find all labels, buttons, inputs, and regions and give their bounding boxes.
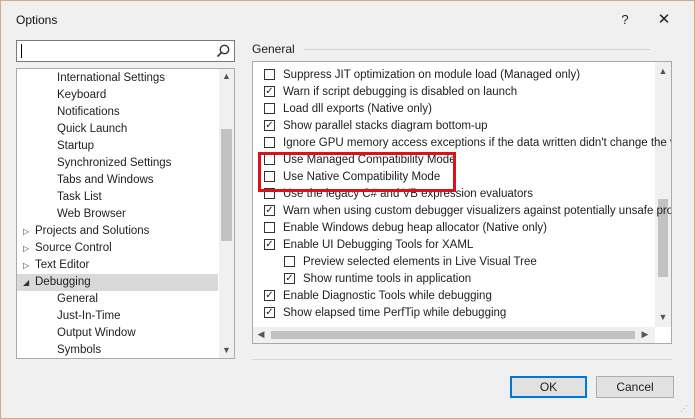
option-checkbox[interactable]: ✓ bbox=[264, 239, 275, 250]
option-row[interactable]: ✓ Show elapsed time PerfTip while debuggi… bbox=[264, 305, 654, 322]
tree-item-label: Quick Launch bbox=[57, 123, 128, 135]
tree-item[interactable]: ◢ Debugging bbox=[17, 274, 218, 291]
tree-item[interactable]: ▷ Projects and Solutions bbox=[17, 223, 218, 240]
option-row[interactable]: Enable Windows debug heap allocator (Nat… bbox=[264, 220, 654, 237]
tree-item-label: Output Window bbox=[57, 327, 136, 339]
option-label: Show parallel stacks diagram bottom-up bbox=[283, 120, 488, 132]
search-input[interactable] bbox=[16, 40, 235, 62]
option-label: Preview selected elements in Live Visual… bbox=[303, 256, 537, 268]
section-title: General bbox=[252, 42, 295, 56]
tree-item[interactable]: Web Browser bbox=[17, 206, 218, 223]
option-checkbox[interactable]: ✓ bbox=[264, 307, 275, 318]
tree-item-label: Synchronized Settings bbox=[57, 157, 172, 169]
tree-item[interactable]: ▷ Text Editor bbox=[17, 257, 218, 274]
expand-arrow-icon[interactable]: ▷ bbox=[23, 257, 35, 274]
tree-item-label: Source Control bbox=[35, 242, 112, 254]
option-label: Warn when using custom debugger visualiz… bbox=[283, 205, 672, 217]
scroll-right-arrow-icon[interactable]: ▶ bbox=[637, 329, 653, 340]
text-caret bbox=[21, 44, 22, 58]
option-checkbox[interactable] bbox=[264, 103, 275, 114]
option-checkbox[interactable] bbox=[264, 137, 275, 148]
tree-item[interactable]: Synchronized Settings bbox=[17, 155, 218, 172]
tree-item[interactable]: Symbols bbox=[17, 342, 218, 358]
tree-item-label: Keyboard bbox=[57, 89, 107, 101]
tree-item[interactable]: General bbox=[17, 291, 218, 308]
tree-item-label: Startup bbox=[57, 140, 95, 152]
tree-item-label: Just-In-Time bbox=[57, 310, 121, 322]
tree-item-label: International Settings bbox=[57, 72, 166, 84]
options-horizontal-scrollbar[interactable]: ◀ ▶ bbox=[253, 327, 655, 343]
option-checkbox[interactable] bbox=[264, 69, 275, 80]
tree-item-label: Tabs and Windows bbox=[57, 174, 154, 186]
option-row[interactable]: Suppress JIT optimization on module load… bbox=[264, 67, 654, 84]
option-label: Show runtime tools in application bbox=[303, 273, 472, 285]
scroll-up-arrow-icon[interactable]: ▲ bbox=[655, 66, 671, 76]
search-icon[interactable] bbox=[215, 43, 231, 59]
tree-item[interactable]: Just-In-Time bbox=[17, 308, 218, 325]
tree-item[interactable]: Tabs and Windows bbox=[17, 172, 218, 189]
option-label: Suppress JIT optimization on module load… bbox=[283, 69, 581, 81]
tree-item-label: Symbols bbox=[57, 344, 102, 356]
option-checkbox[interactable]: ✓ bbox=[264, 86, 275, 97]
scrollbar-thumb[interactable] bbox=[271, 331, 635, 339]
tree-item-label: Notifications bbox=[57, 106, 120, 118]
tree-item[interactable]: Notifications bbox=[17, 104, 218, 121]
options-list: ▲ ▼ Suppress JIT optimization on module … bbox=[252, 61, 672, 344]
scroll-down-arrow-icon[interactable]: ▼ bbox=[655, 312, 671, 322]
tree-item[interactable]: Task List bbox=[17, 189, 218, 206]
tree-item-label: Debugging bbox=[35, 276, 91, 288]
tree-item-label: Web Browser bbox=[57, 208, 126, 220]
expand-arrow-icon[interactable]: ◢ bbox=[23, 274, 35, 291]
option-row[interactable]: ✓ Warn if script debugging is disabled on… bbox=[264, 84, 654, 101]
tree-item[interactable]: Quick Launch bbox=[17, 121, 218, 138]
close-button[interactable]: ✕ bbox=[654, 10, 674, 30]
option-checkbox[interactable]: ✓ bbox=[264, 205, 275, 216]
option-label: Enable Diagnostic Tools while debugging bbox=[283, 290, 492, 302]
option-row[interactable]: Ignore GPU memory access exceptions if t… bbox=[264, 135, 671, 152]
option-label: Load dll exports (Native only) bbox=[283, 103, 432, 115]
tree-item[interactable]: Output Window bbox=[17, 325, 218, 342]
help-button[interactable]: ? bbox=[615, 10, 635, 30]
option-row[interactable]: ✓ Enable Diagnostic Tools while debugging bbox=[264, 288, 654, 305]
option-label: Enable Windows debug heap allocator (Nat… bbox=[283, 222, 548, 234]
option-row[interactable]: Load dll exports (Native only) bbox=[264, 101, 654, 118]
dialog-title: Options bbox=[16, 13, 58, 27]
scroll-up-arrow-icon[interactable]: ▲ bbox=[219, 71, 234, 81]
cancel-button[interactable]: Cancel bbox=[596, 376, 674, 398]
tree-item[interactable]: Keyboard bbox=[17, 87, 218, 104]
tree-item[interactable]: Startup bbox=[17, 138, 218, 155]
option-row[interactable]: ✓ Show runtime tools in application bbox=[284, 271, 671, 288]
resize-grip-icon[interactable]: ⋰ bbox=[680, 404, 688, 413]
option-row[interactable]: Preview selected elements in Live Visual… bbox=[284, 254, 671, 271]
option-checkbox[interactable] bbox=[284, 256, 295, 267]
option-checkbox[interactable]: ✓ bbox=[284, 273, 295, 284]
option-label: Show elapsed time PerfTip while debuggin… bbox=[283, 307, 507, 319]
tree-item-label: Task List bbox=[57, 191, 102, 203]
tree-vertical-scrollbar[interactable]: ▲ ▼ bbox=[219, 69, 234, 358]
scrollbar-thumb[interactable] bbox=[221, 129, 232, 241]
tree-item-label: Text Editor bbox=[35, 259, 90, 271]
option-checkbox[interactable]: ✓ bbox=[264, 120, 275, 131]
tree-item[interactable]: ▷ Source Control bbox=[17, 240, 218, 257]
tree-item-label: General bbox=[57, 293, 98, 305]
option-row[interactable]: ✓ Warn when using custom debugger visuali… bbox=[264, 203, 671, 220]
option-checkbox[interactable]: ✓ bbox=[264, 290, 275, 301]
option-label: Enable UI Debugging Tools for XAML bbox=[283, 239, 474, 251]
scroll-left-arrow-icon[interactable]: ◀ bbox=[253, 329, 269, 340]
ok-button[interactable]: OK bbox=[510, 376, 587, 398]
scroll-down-arrow-icon[interactable]: ▼ bbox=[219, 345, 234, 355]
options-tree[interactable]: ▲ ▼ International Settings Keyboard Notifi… bbox=[16, 68, 235, 359]
expand-arrow-icon[interactable]: ▷ bbox=[23, 223, 35, 240]
footer-divider bbox=[252, 359, 672, 360]
option-row[interactable]: ✓ Enable UI Debugging Tools for XAML bbox=[264, 237, 654, 254]
red-highlight-box bbox=[258, 152, 456, 192]
expand-arrow-icon[interactable]: ▷ bbox=[23, 240, 35, 257]
tree-item-label: Projects and Solutions bbox=[35, 225, 150, 237]
option-label: Ignore GPU memory access exceptions if t… bbox=[283, 137, 672, 149]
option-label: Warn if script debugging is disabled on … bbox=[283, 86, 518, 98]
option-checkbox[interactable] bbox=[264, 222, 275, 233]
option-row[interactable]: ✓ Show parallel stacks diagram bottom-up bbox=[264, 118, 654, 135]
tree-item[interactable]: International Settings bbox=[17, 70, 218, 87]
section-divider bbox=[304, 49, 650, 50]
